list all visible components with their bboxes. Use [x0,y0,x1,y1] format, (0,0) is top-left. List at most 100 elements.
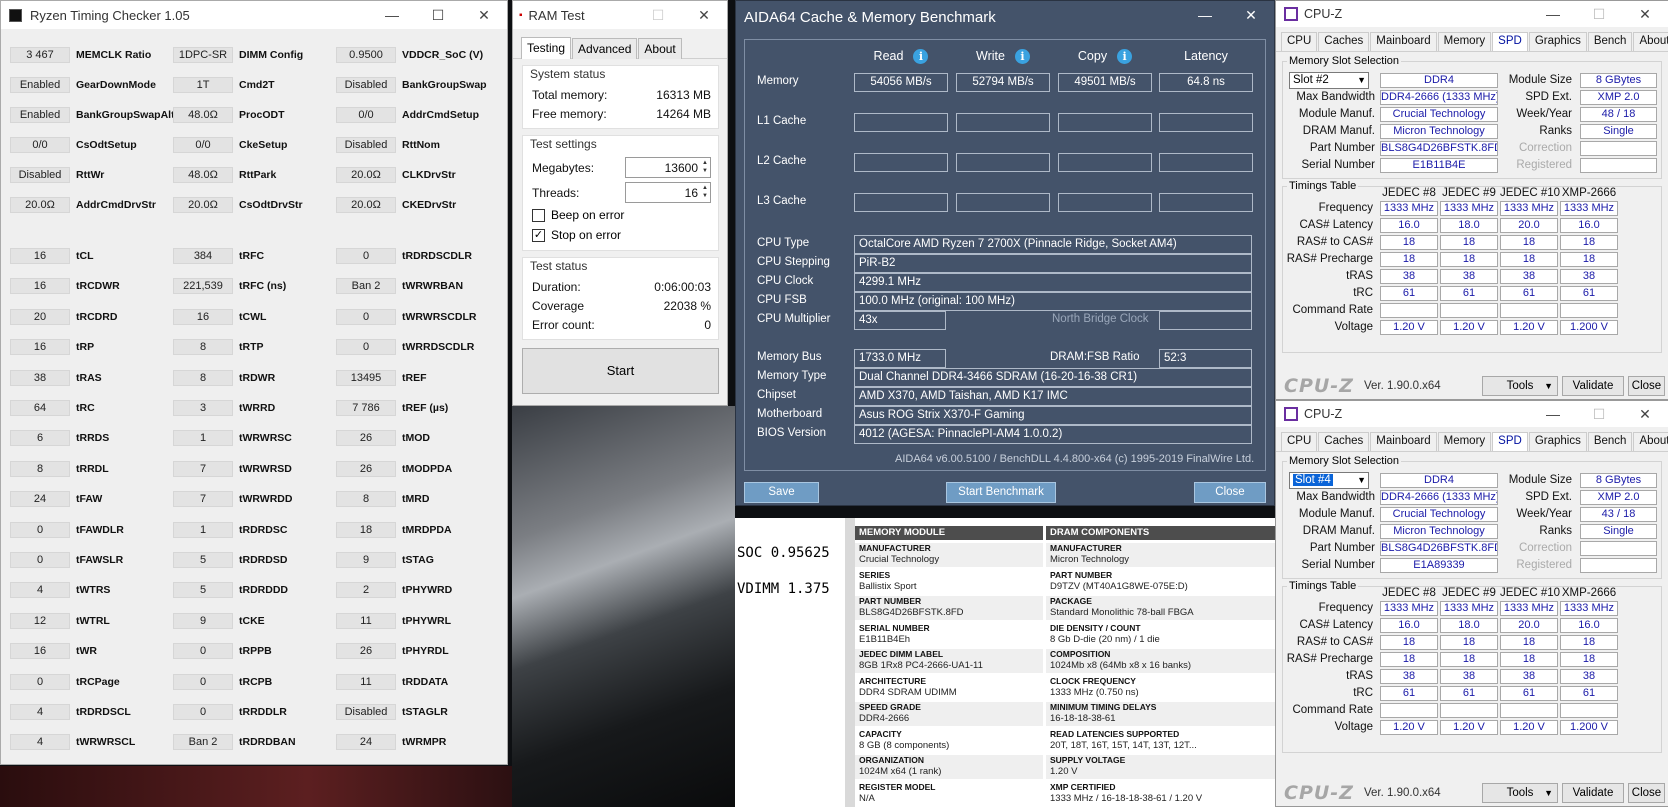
tab-mainboard[interactable]: Mainboard [1370,32,1437,51]
timing-value: 1.20 V [1500,720,1558,735]
tools-button[interactable]: Tools ▼ [1482,783,1558,803]
threads-stepper[interactable]: 16 ▲ ▼ [625,182,711,203]
stop-on-error-checkbox[interactable]: ✓ Stop on error [532,225,711,245]
tab-spd[interactable]: SPD [1492,432,1528,451]
tab-about[interactable]: About [638,38,682,59]
timing-value: 4 [10,582,70,599]
tab-spd[interactable]: SPD [1492,32,1528,51]
maximize-icon[interactable]: ☐ [415,1,461,29]
close-button[interactable]: Close [1194,482,1266,503]
cpuz-app-icon [1284,7,1298,21]
timing-item: Disabled RttNom [336,137,440,153]
slot-select[interactable]: Slot #2 ▼ [1289,72,1369,89]
tab-bench[interactable]: Bench [1587,432,1633,451]
chevron-down-icon[interactable]: ▼ [1544,784,1553,802]
maximize-icon[interactable]: ☐ [1576,401,1622,429]
cpuz-titlebar[interactable]: CPU-Z — ☐ ✕ [1276,1,1668,27]
chevron-down-icon[interactable]: ▼ [1544,377,1553,395]
stepper-arrows-icon[interactable]: ▲ ▼ [701,159,709,175]
maximize-icon[interactable]: ☐ [1576,1,1622,29]
registered-label: Registered [1516,159,1572,171]
tab-caches[interactable]: Caches [1318,32,1370,51]
aida-titlebar[interactable]: AIDA64 Cache & Memory Benchmark — ✕ [736,1,1274,33]
timing-value: Disabled [336,137,396,153]
megabytes-stepper[interactable]: 13600 ▲ ▼ [625,157,711,178]
timing-row-label: Command Rate [1292,304,1373,316]
tab-advanced[interactable]: Advanced [572,38,638,59]
tab-memory[interactable]: Memory [1437,32,1492,51]
start-benchmark-button[interactable]: Start Benchmark [946,482,1056,503]
timing-label: tWRWRSD [239,462,292,475]
tab-testing[interactable]: Testing [521,37,572,59]
sheet-cell-key: SERIAL NUMBER [859,622,930,633]
save-button[interactable]: Save [744,482,819,503]
timing-label: tRRDDLR [239,706,287,718]
close-button[interactable]: Close [1628,376,1665,396]
timings-column-header: JEDEC #9 [1442,587,1496,599]
tab-bench[interactable]: Bench [1587,32,1633,51]
timing-value: 20.0Ω [10,197,70,213]
registered-value [1580,158,1657,173]
rtc-titlebar[interactable]: Ryzen Timing Checker 1.05 — ☐ ✕ [1,1,507,29]
timing-value: 0/0 [173,137,233,153]
tab-cpu[interactable]: CPU [1281,432,1318,451]
timing-label: tRCDRD [76,310,118,323]
tab-about[interactable]: About [1633,432,1668,451]
free-memory-label: Free memory: [532,106,607,121]
timing-value: 5 [173,552,233,568]
chevron-down-icon[interactable]: ▼ [1357,73,1366,88]
duration-label: Duration: [532,279,581,294]
stepper-arrows-icon[interactable]: ▲ ▼ [701,184,709,200]
slot-select[interactable]: Slot #4 ▼ [1289,472,1369,489]
info-icon[interactable]: i [1014,49,1030,64]
close-icon[interactable]: ✕ [461,1,507,29]
sheet-cell-key: PART NUMBER [1050,569,1113,580]
minimize-icon[interactable]: — [369,1,415,29]
timing-value: 20.0 [1500,218,1558,233]
tab-graphics[interactable]: Graphics [1528,432,1587,451]
validate-button[interactable]: Validate [1562,783,1624,803]
timing-item: 26 tMODPDA [336,460,452,477]
close-icon[interactable]: ✕ [1622,401,1668,429]
minimize-icon[interactable]: — [1530,401,1576,429]
tab-about[interactable]: About [1633,32,1668,51]
row-label: L1 Cache [757,115,807,127]
info-icon[interactable]: i [913,49,929,64]
sheet-cell-value: Crucial Technology [859,554,940,565]
minimize-icon[interactable]: — [1182,1,1228,29]
timing-row-label: CAS# Latency [1299,619,1373,631]
tab-cpu[interactable]: CPU [1281,32,1318,51]
close-icon[interactable]: ✕ [681,1,727,29]
info-value: Asus ROG Strix X370-F Gaming [854,406,1252,425]
timing-label: tRDRDBAN [239,736,296,749]
start-button[interactable]: Start [522,348,719,394]
timing-value: 61 [1500,286,1558,301]
tab-memory[interactable]: Memory [1437,432,1492,451]
tab-mainboard[interactable]: Mainboard [1370,432,1437,451]
maximize-icon[interactable]: ☐ [635,1,681,29]
timing-label: AddrCmdSetup [402,109,479,121]
close-icon[interactable]: ✕ [1622,1,1668,29]
timing-label: tRFC (ns) [239,280,287,293]
tab-caches[interactable]: Caches [1318,432,1370,451]
sheet-cell-value: DDR4 SDRAM UDIMM [859,686,957,698]
correction-value [1580,141,1657,156]
timing-value: 1.200 V [1560,720,1618,735]
cpuz-titlebar[interactable]: CPU-Z — ☐ ✕ [1276,401,1668,427]
ramtest-titlebar[interactable]: ▪ RAM Test ☐ ✕ [513,1,727,29]
beep-on-error-checkbox[interactable]: Beep on error [532,205,711,225]
validate-button[interactable]: Validate [1562,376,1624,396]
tools-button[interactable]: Tools ▼ [1482,376,1558,396]
soc-voltage-note: SOC 0.95625 [737,545,830,561]
timing-value: Disabled [336,704,396,720]
minimize-icon[interactable]: — [1530,1,1576,29]
checkbox-box[interactable] [532,208,545,222]
timing-value: 1333 MHz [1440,201,1498,216]
checkmark-icon[interactable]: ✓ [532,228,545,242]
tab-graphics[interactable]: Graphics [1528,32,1587,51]
info-icon[interactable]: i [1117,49,1133,64]
close-button[interactable]: Close [1628,783,1665,803]
module-manuf-value: Crucial Technology [1380,107,1498,122]
close-icon[interactable]: ✕ [1228,1,1274,29]
chevron-down-icon[interactable]: ▼ [1357,473,1366,488]
